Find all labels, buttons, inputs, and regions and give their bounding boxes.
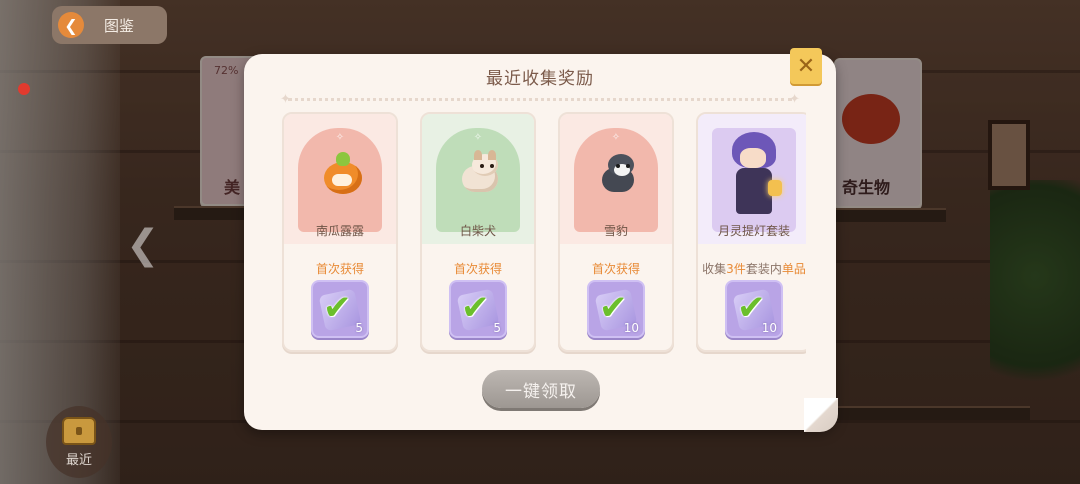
close-icon: ✕ bbox=[796, 53, 816, 79]
reward-condition: 收集3件套装内单品 bbox=[698, 260, 806, 277]
notification-dot bbox=[18, 83, 30, 95]
reward-condition: 首次获得 bbox=[453, 262, 502, 276]
reward-quantity: 5 bbox=[493, 321, 501, 335]
reward-condition: 首次获得 bbox=[315, 262, 364, 276]
back-arrow-icon: ❮ bbox=[58, 12, 84, 38]
reward-item[interactable]: ✔ 5 bbox=[311, 280, 369, 338]
sparkle-icon: ✧ bbox=[335, 132, 345, 143]
condition-suffix: 单品 bbox=[781, 262, 806, 276]
checkmark-icon: ✔ bbox=[461, 288, 490, 328]
reward-quantity: 10 bbox=[623, 321, 639, 335]
recent-collection-rewards-dialog: 最近收集奖励 ✦ ✦ ✕ ✧ 南瓜露露 首次获得 ✔ 5 ✧ 白柴犬 首次获得 … bbox=[244, 48, 838, 432]
item-name: 月灵提灯套装 bbox=[717, 224, 790, 238]
item-name: 白柴犬 bbox=[459, 224, 496, 238]
reward-quantity: 10 bbox=[761, 321, 777, 335]
treasure-chest-icon bbox=[62, 416, 96, 445]
reward-card[interactable]: 月灵提灯套装 收集3件套装内单品 ✔ 10 bbox=[696, 112, 806, 352]
checkmark-icon: ✔ bbox=[323, 288, 352, 328]
back-button[interactable]: ❮ 图鉴 bbox=[52, 6, 167, 44]
item-name: 南瓜露露 bbox=[315, 224, 364, 238]
pumpkin-pet-icon bbox=[320, 152, 364, 198]
star-icon: ✦ bbox=[280, 92, 291, 107]
close-button[interactable]: ✕ bbox=[790, 48, 822, 84]
back-label: 图鉴 bbox=[104, 16, 135, 35]
sparkle-icon: ✧ bbox=[473, 132, 483, 143]
reward-card[interactable]: ✧ 南瓜露露 首次获得 ✔ 5 bbox=[282, 112, 398, 352]
reward-card[interactable]: ✧ 白柴犬 首次获得 ✔ 5 bbox=[420, 112, 536, 352]
sparkle-icon: ✧ bbox=[611, 132, 621, 143]
chevron-left-icon[interactable]: ❮ bbox=[126, 222, 160, 268]
reward-condition: 首次获得 bbox=[591, 262, 640, 276]
reward-item[interactable]: ✔ 5 bbox=[449, 280, 507, 338]
moon-lantern-outfit-icon bbox=[720, 132, 788, 222]
title-divider bbox=[288, 98, 792, 101]
reward-item[interactable]: ✔ 10 bbox=[587, 280, 645, 338]
dialog-title: 最近收集奖励 bbox=[486, 69, 594, 89]
claim-all-button[interactable]: 一键领取 bbox=[482, 370, 600, 408]
recent-button[interactable]: 最近 bbox=[46, 406, 112, 478]
condition-prefix: 收集 bbox=[702, 262, 727, 276]
reward-card-list[interactable]: ✧ 南瓜露露 首次获得 ✔ 5 ✧ 白柴犬 首次获得 ✔ 5 ✧ 雪豹 首次获得… bbox=[282, 112, 806, 356]
reward-item[interactable]: ✔ 10 bbox=[725, 280, 783, 338]
condition-mid: 套装内 bbox=[745, 262, 782, 276]
reward-card[interactable]: ✧ 雪豹 首次获得 ✔ 10 bbox=[558, 112, 674, 352]
snow-leopard-pet-icon bbox=[596, 152, 640, 198]
condition-count: 3件 bbox=[726, 262, 746, 276]
reward-quantity: 5 bbox=[355, 321, 363, 335]
item-name: 雪豹 bbox=[603, 224, 628, 238]
star-icon: ✦ bbox=[789, 92, 800, 107]
shiba-dog-pet-icon bbox=[458, 150, 502, 198]
recent-label: 最近 bbox=[65, 452, 92, 468]
